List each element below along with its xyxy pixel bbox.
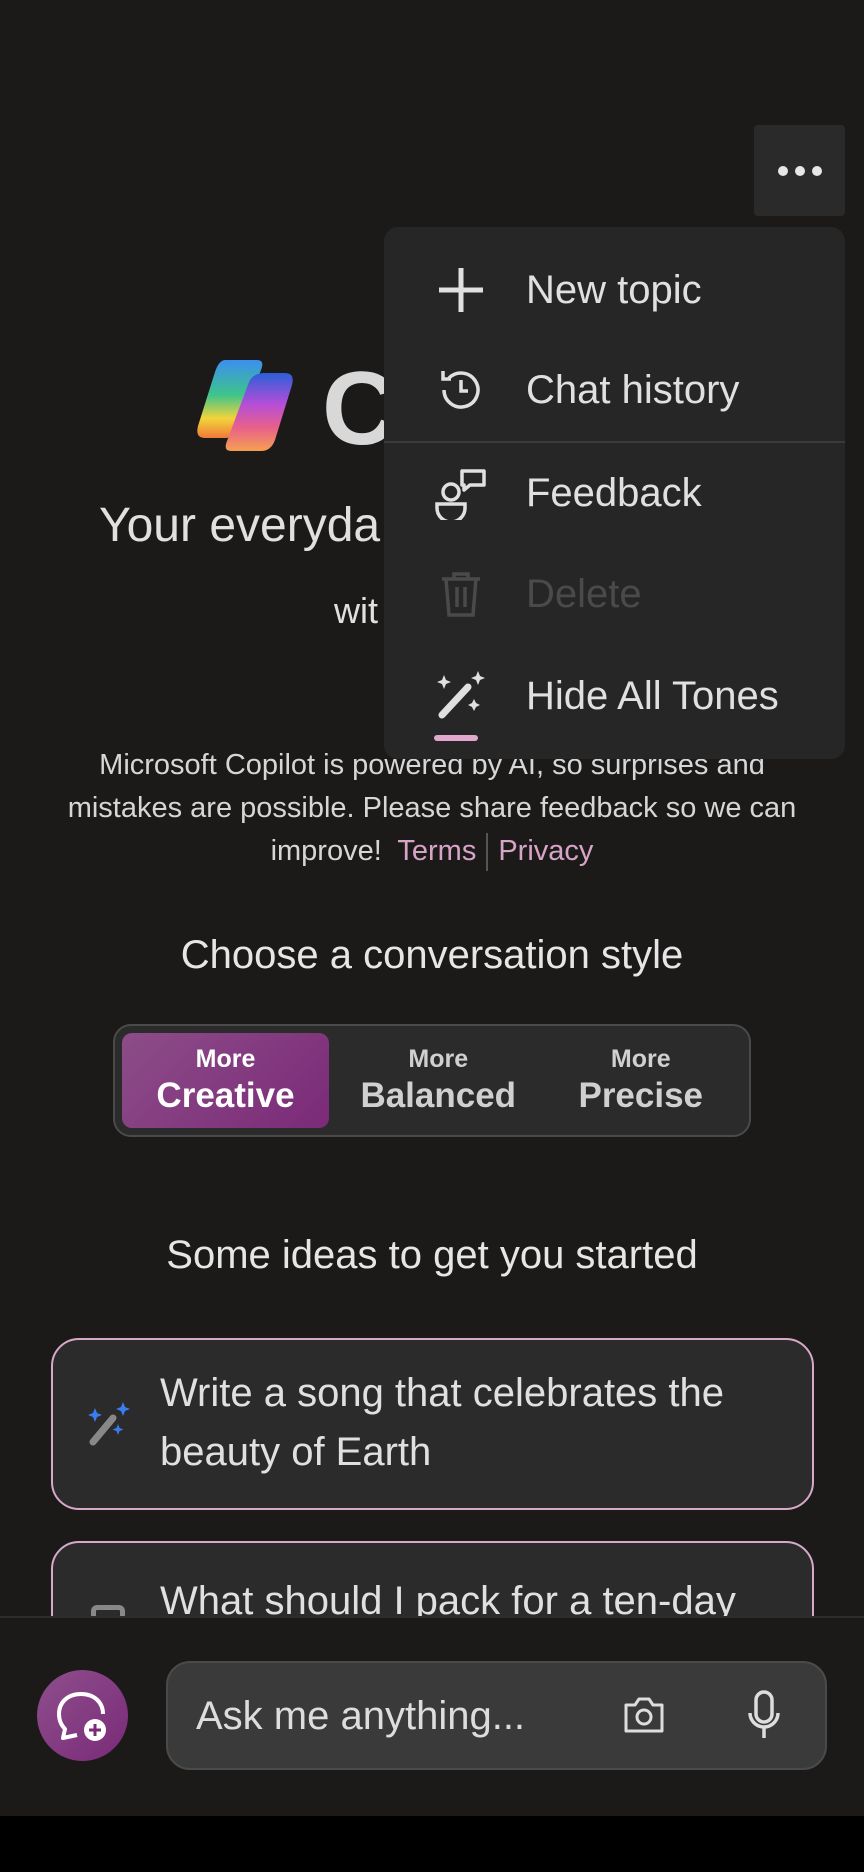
- idea-card[interactable]: Write a song that celebrates the beauty …: [51, 1338, 814, 1510]
- ideas-heading: Some ideas to get you started: [166, 1233, 698, 1277]
- style-label: Balanced: [360, 1076, 517, 1115]
- privacy-link[interactable]: Privacy: [498, 835, 593, 867]
- menu-item-feedback[interactable]: Feedback: [384, 448, 845, 538]
- dot: [811, 165, 822, 176]
- link-divider: [486, 833, 489, 872]
- history-icon: [441, 371, 480, 409]
- system-nav-bar: [0, 1816, 864, 1872]
- magic-wand-icon: [437, 671, 485, 719]
- style-label: Creative: [156, 1076, 295, 1115]
- menu-item-hide-all-tones[interactable]: Hide All Tones: [384, 651, 845, 741]
- copilot-logo: [197, 360, 293, 451]
- style-balanced[interactable]: More Balanced: [337, 1033, 540, 1128]
- menu-item-label: Delete: [526, 571, 642, 616]
- menu-item-new-topic[interactable]: New topic: [384, 245, 845, 335]
- menu-item-label: New topic: [526, 267, 702, 312]
- options-menu: New topic Chat history Feedback Delete H…: [384, 227, 845, 759]
- tagline: Your everyda: [99, 499, 381, 552]
- menu-item-delete[interactable]: Delete: [384, 549, 845, 639]
- trash-icon: [442, 572, 480, 617]
- tone-indicator: [434, 735, 478, 741]
- style-heading: Choose a conversation style: [180, 933, 684, 977]
- style-label: Precise: [578, 1076, 704, 1115]
- menu-divider: [384, 441, 845, 443]
- terms-link[interactable]: Terms: [397, 835, 476, 867]
- plus-icon: [439, 268, 483, 312]
- dot: [777, 165, 788, 176]
- more-options-button[interactable]: [754, 125, 845, 216]
- chat-input[interactable]: [196, 1685, 596, 1747]
- style-creative[interactable]: More Creative: [122, 1033, 329, 1128]
- style-label-small: More: [610, 1045, 671, 1073]
- menu-item-label: Feedback: [526, 470, 702, 515]
- microphone-icon[interactable]: [746, 1689, 782, 1741]
- style-label-small: More: [195, 1045, 256, 1073]
- disclaimer: Microsoft Copilot is powered by AI, so s…: [40, 744, 824, 873]
- new-chat-button[interactable]: [37, 1670, 128, 1761]
- dot: [794, 165, 805, 176]
- menu-item-label: Chat history: [526, 367, 740, 412]
- style-label-small: More: [408, 1045, 469, 1073]
- menu-item-label: Hide All Tones: [526, 673, 779, 718]
- feedback-icon: [435, 469, 486, 520]
- magic-wand-icon: [88, 1402, 130, 1446]
- idea-text: Write a song that celebrates the beauty …: [160, 1371, 725, 1474]
- chat-add-icon: [56, 1691, 106, 1741]
- conversation-style-selector: More Creative More Balanced More Precise: [113, 1024, 751, 1137]
- chat-input-box: [166, 1661, 827, 1770]
- subtitle: wit: [334, 590, 378, 631]
- style-precise[interactable]: More Precise: [540, 1033, 743, 1128]
- menu-item-chat-history[interactable]: Chat history: [384, 345, 845, 435]
- camera-icon[interactable]: [622, 1695, 666, 1735]
